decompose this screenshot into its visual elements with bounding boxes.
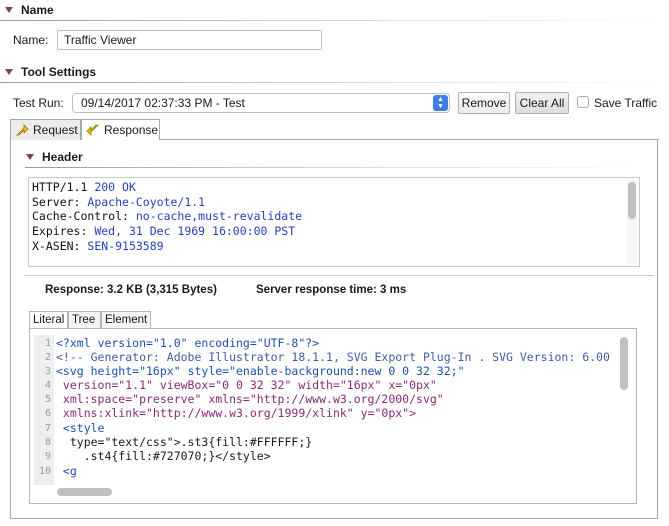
line-number: 9 xyxy=(44,451,51,462)
save-traffic-checkbox[interactable] xyxy=(577,96,589,108)
header-scrollbar[interactable] xyxy=(627,180,637,264)
test-run-label: Test Run: xyxy=(13,96,64,110)
header-line: Server: Apache-Coyote/1.1 xyxy=(32,194,206,209)
code-scrollbar-thumb[interactable] xyxy=(620,337,628,390)
code-line: <?xml version="1.0" encoding="UTF-8"?> xyxy=(56,336,320,350)
tab-response-label: Response xyxy=(104,123,159,137)
name-field[interactable]: Traffic Viewer xyxy=(57,30,322,50)
response-arrow-icon xyxy=(86,123,100,137)
test-run-value: 09/14/2017 02:37:33 PM - Test xyxy=(81,96,245,110)
header-line: HTTP/1.1 200 OK xyxy=(32,180,136,194)
code-line: <svg height="16px" style="enable-backgro… xyxy=(56,364,465,378)
header-lines: HTTP/1.1 200 OK Server: Apache-Coyote/1.1… xyxy=(32,180,302,254)
tab-literal[interactable]: Literal xyxy=(29,311,68,328)
line-number: 8 xyxy=(44,437,51,448)
header-line: Cache-Control: no-cache,must-revalidate xyxy=(32,209,303,224)
header-section-title: Header xyxy=(42,150,83,164)
tool-settings-title: Tool Settings xyxy=(21,65,97,79)
header-line: Expires: Wed, 31 Dec 1969 16:00:00 PST xyxy=(32,224,296,239)
tab-response[interactable]: Response xyxy=(81,119,160,140)
line-number: 7 xyxy=(44,423,51,434)
clear-all-button[interactable]: Clear All xyxy=(515,92,569,114)
line-number: 1 xyxy=(44,338,51,349)
triangle-down-icon xyxy=(5,7,13,13)
code-line: xmlns:xlink="http://www.w3.org/1999/xlin… xyxy=(56,406,417,420)
line-number: 3 xyxy=(44,366,51,377)
line-number-gutter: 1 2 3 4 5 6 7 8 9 10 xyxy=(34,335,54,485)
response-size: Response: 3.2 KB (3,315 Bytes) xyxy=(45,284,217,296)
request-arrow-icon xyxy=(15,123,29,137)
tool-settings-divider xyxy=(0,82,669,83)
line-number: 4 xyxy=(44,380,51,391)
tool-settings-header[interactable]: Tool Settings xyxy=(0,63,96,81)
line-number: 5 xyxy=(44,394,51,405)
tab-tree[interactable]: Tree xyxy=(68,311,101,328)
header-line: X-ASEN: SEN-9153589 xyxy=(32,238,164,253)
tab-element[interactable]: Element xyxy=(101,311,151,328)
line-number: 6 xyxy=(44,408,51,419)
tab-request[interactable]: Request xyxy=(10,119,81,140)
code-line: xml:space="preserve" xmlns="http://www.w… xyxy=(56,392,444,406)
line-number: 2 xyxy=(44,352,51,363)
name-section-divider xyxy=(0,20,669,21)
code-line: <g xyxy=(56,464,77,478)
response-time: Server response time: 3 ms xyxy=(256,284,407,296)
line-number: 10 xyxy=(38,466,51,477)
tab-request-label: Request xyxy=(33,123,78,137)
triangle-down-icon xyxy=(5,69,13,75)
name-label: Name: xyxy=(13,33,49,47)
code-line: <style xyxy=(56,421,105,435)
header-text-area[interactable]: HTTP/1.1 200 OK Server: Apache-Coyote/1.1… xyxy=(28,177,640,267)
stepper-icon[interactable]: ▲ ▼ xyxy=(433,95,448,111)
save-traffic-label: Save Traffic xyxy=(594,96,658,110)
test-run-select[interactable]: 09/14/2017 02:37:33 PM - Test ▲ ▼ xyxy=(72,93,450,113)
header-section-toggle[interactable]: Header xyxy=(25,148,83,166)
name-section-header[interactable]: Name xyxy=(0,1,54,19)
triangle-down-icon xyxy=(26,154,34,160)
code-line: <!-- Generator: Adobe Illustrator 18.1.1… xyxy=(56,350,610,364)
code-line: version="1.1" viewBox="0 0 32 32" width=… xyxy=(56,378,437,392)
header-scrollbar-thumb[interactable] xyxy=(628,182,636,219)
code-line: type="text/css">.st3{fill:#FFFFFF;} xyxy=(56,435,313,449)
remove-button[interactable]: Remove xyxy=(458,92,510,114)
name-section-title: Name xyxy=(21,3,54,17)
header-section-divider xyxy=(25,167,649,168)
code-viewer[interactable]: 1 2 3 4 5 6 7 8 9 10 <?xml version="1.0"… xyxy=(34,335,632,485)
code-line: .st4{fill:#727070;}</style> xyxy=(56,449,271,463)
code-horizontal-scrollbar-thumb[interactable] xyxy=(57,488,112,496)
